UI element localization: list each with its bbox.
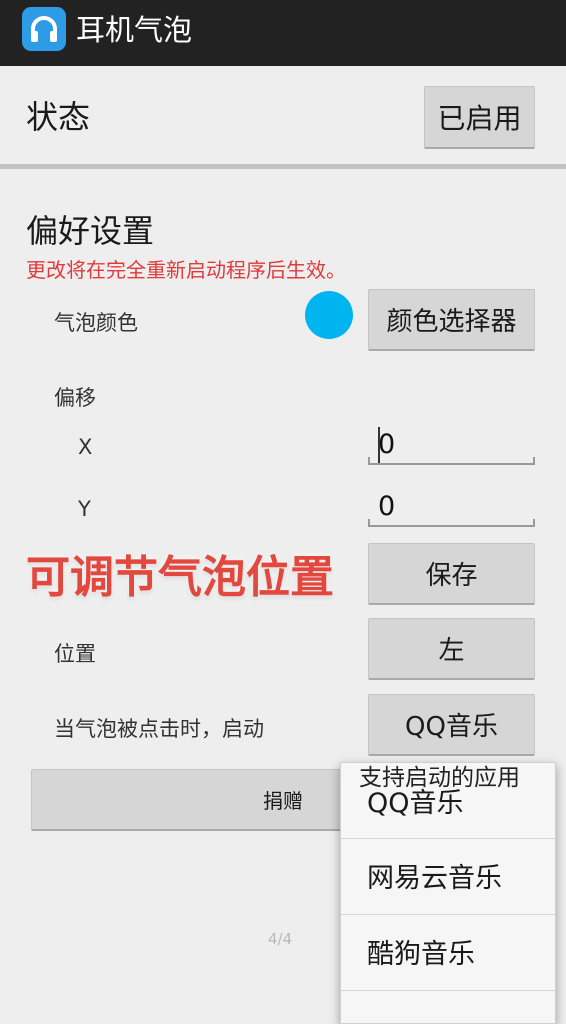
page-indicator: 4/4 <box>268 930 293 948</box>
offset-y-value: 0 <box>378 491 396 522</box>
title-bar: 耳机气泡 <box>0 0 566 66</box>
offset-x-label: X <box>78 435 93 459</box>
save-button[interactable]: 保存 <box>368 543 535 605</box>
offset-y-label: Y <box>78 497 91 521</box>
popup-item-qq-music[interactable]: QQ音乐 <box>341 763 555 839</box>
app-select-popup: 支持启动的应用 QQ音乐 网易云音乐 酷狗音乐 <box>340 762 556 1024</box>
status-label: 状态 <box>26 98 91 136</box>
text-caret <box>378 427 380 463</box>
bubble-color-swatch <box>305 291 353 339</box>
app-title: 耳机气泡 <box>76 13 193 47</box>
popup-item-more[interactable] <box>341 991 555 1023</box>
donate-button-label: 捐赠 <box>263 789 303 813</box>
preferences-title: 偏好设置 <box>26 212 155 250</box>
bubble-color-label: 气泡颜色 <box>54 311 138 335</box>
headphones-icon <box>22 7 66 51</box>
restart-note: 更改将在完全重新启动程序后生效。 <box>26 258 346 282</box>
launch-app-button[interactable]: QQ音乐 <box>368 694 535 756</box>
on-click-label: 当气泡被点击时，启动 <box>54 717 264 741</box>
position-label: 位置 <box>54 642 96 666</box>
offset-x-input[interactable]: 0 <box>368 425 535 465</box>
position-button[interactable]: 左 <box>368 618 535 680</box>
popup-item-netease-music[interactable]: 网易云音乐 <box>341 839 555 915</box>
popup-item-kugou-music[interactable]: 酷狗音乐 <box>341 915 555 991</box>
section-divider <box>0 164 566 169</box>
offset-label: 偏移 <box>54 386 96 410</box>
overlay-caption: 可调节气泡位置 <box>26 552 334 603</box>
color-picker-button[interactable]: 颜色选择器 <box>368 289 535 351</box>
status-toggle-button[interactable]: 已启用 <box>424 86 535 149</box>
offset-x-value: 0 <box>378 429 396 460</box>
offset-y-input[interactable]: 0 <box>368 487 535 527</box>
